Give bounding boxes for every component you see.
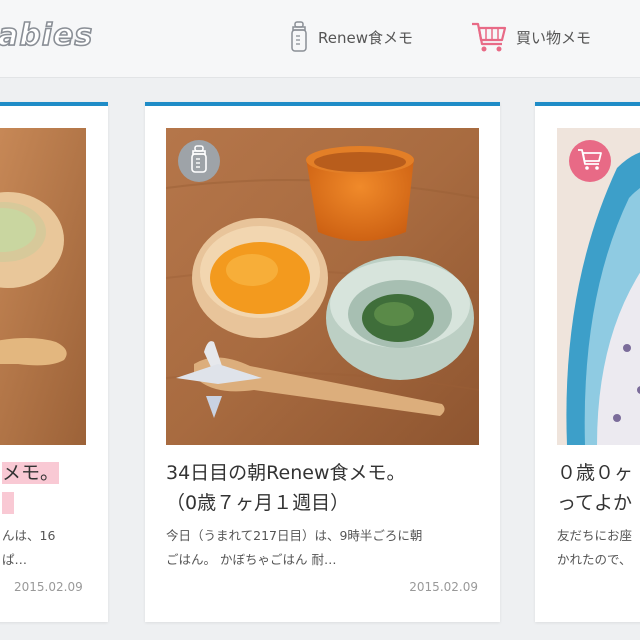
excerpt-line: 今日（うまれて217日目）は、9時半ごろに朝 (166, 528, 423, 543)
nav-renew-label: Renew食メモ (318, 28, 413, 47)
excerpt-line: ごはん。 かぼちゃごはん 耐… (166, 552, 337, 567)
article-photo[interactable] (166, 128, 479, 445)
excerpt-line: んは、16 (2, 528, 56, 543)
renew-badge (178, 140, 220, 182)
site-header: abies Renew食メモ 買い物メモ (0, 0, 640, 78)
article-title[interactable]: ０歳０ヶ ってよか (557, 458, 640, 518)
nav-shopping-memo[interactable]: 買い物メモ (470, 20, 591, 54)
article-photo[interactable] (557, 128, 640, 445)
article-card[interactable]: 34日目の朝Renew食メモ。 （0歳７ヶ月１週目） 今日（うまれて217日目）… (145, 102, 500, 622)
article-excerpt: 友だちにお座 かれたので、 (557, 524, 640, 572)
site-logo[interactable]: abies (0, 17, 93, 54)
shopping-cart-icon (470, 20, 508, 54)
article-excerpt: んは、16 ぱ… (2, 524, 102, 572)
baby-bottle-icon (190, 145, 208, 177)
article-photo[interactable] (0, 128, 86, 445)
article-title[interactable]: 34日目の朝Renew食メモ。 （0歳７ヶ月１週目） (166, 458, 486, 518)
article-title-highlight (2, 492, 15, 514)
article-date: 2015.02.09 (409, 580, 478, 594)
nav-shopping-label: 買い物メモ (516, 28, 592, 47)
excerpt-line: かれたので、 (557, 552, 632, 567)
excerpt-line: ぱ… (2, 552, 28, 567)
article-date: 2015.02.09 (14, 580, 83, 594)
baby-bottle-icon (288, 21, 310, 53)
nav-renew-memo[interactable]: Renew食メモ (288, 20, 413, 54)
article-title-line: ってよか (557, 492, 633, 514)
article-card[interactable]: ０歳０ヶ ってよか 友だちにお座 かれたので、 (535, 102, 640, 622)
excerpt-line: 友だちにお座 (557, 528, 633, 543)
article-excerpt: 今日（うまれて217日目）は、9時半ごろに朝 ごはん。 かぼちゃごはん 耐… (166, 524, 481, 572)
article-title-line: 34日目の朝Renew食メモ。 (166, 462, 406, 484)
article-title-line: （0歳７ヶ月１週目） (166, 492, 350, 514)
article-title-line: ０歳０ヶ (557, 462, 634, 484)
shopping-cart-icon (577, 147, 603, 175)
article-card[interactable]: メモ。 んは、16 ぱ… 2015.02.09 (0, 102, 108, 622)
article-title[interactable]: メモ。 (2, 458, 108, 518)
shopping-badge (569, 140, 611, 182)
article-title-line: メモ。 (2, 462, 60, 484)
